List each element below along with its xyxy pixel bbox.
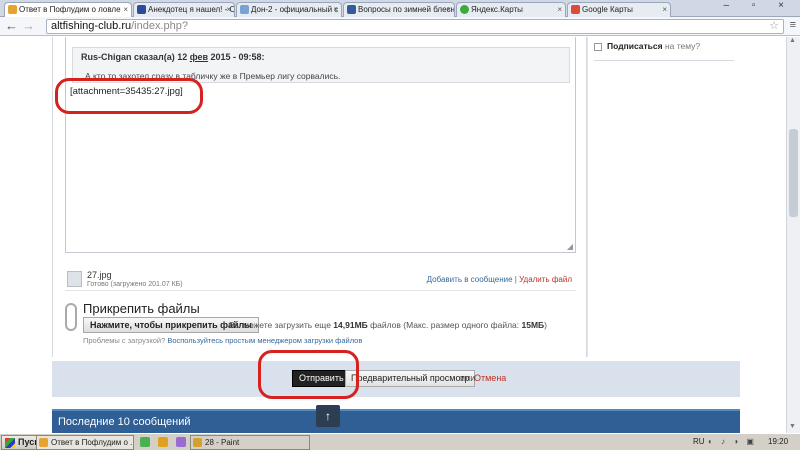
tab-close-icon[interactable]: × xyxy=(446,3,451,16)
windows-flag-icon xyxy=(5,438,15,448)
tab-close-icon[interactable]: × xyxy=(333,3,338,16)
chrome-menu-icon[interactable]: ≡ xyxy=(790,19,796,31)
url-host: altfishing-club.ru xyxy=(51,20,132,32)
site-favicon-icon xyxy=(8,5,17,14)
chrome-icon xyxy=(39,438,48,447)
tab-title: Дон-2 - официальный с xyxy=(251,5,339,14)
annotation-circle-submit xyxy=(258,350,359,399)
browser-toolbar: ← → altfishing-club.ru/index.php? ☆ ≡ xyxy=(0,17,800,36)
tab-title: Яндекс.Карты xyxy=(471,5,523,14)
uploaded-file-row: 27.jpg Готово (загружено 201.07 КБ) Доба… xyxy=(65,269,576,291)
divider xyxy=(594,60,734,61)
google-maps-favicon-icon xyxy=(571,5,580,14)
taskbar-chrome-window[interactable]: Ответ в Пофлудим о ... xyxy=(36,435,134,450)
right-options-column: Подписаться на тему? xyxy=(587,37,740,357)
attach-files-heading: Прикрепить файлы xyxy=(83,301,200,316)
tab-title: Анекдотец я нашел! - Стр xyxy=(148,5,235,14)
scroll-thumb[interactable] xyxy=(789,129,798,217)
file-thumbnail-icon xyxy=(67,271,82,287)
tab-google-maps[interactable]: Google Карты × xyxy=(567,2,671,17)
quote-header: Rus-Chigan сказал(а) 12 фев 2015 - 09:58… xyxy=(81,52,265,62)
system-tray-icons[interactable]: ◐ ♪ ◑ ▣ xyxy=(708,437,757,446)
taskbar-clock[interactable]: 19:20 xyxy=(768,437,788,446)
file-actions: Добавить в сообщение | Удалить файл xyxy=(426,275,572,284)
tab-title: Вопросы по зимней блесне xyxy=(358,5,455,14)
forum-favicon-icon xyxy=(347,5,356,14)
address-bar[interactable]: altfishing-club.ru/index.php? ☆ xyxy=(46,19,784,34)
paint-icon xyxy=(193,438,202,447)
tab-close-icon[interactable]: × xyxy=(557,3,562,16)
taskbar-paint-window[interactable]: 28 - Paint xyxy=(190,435,310,450)
file-status: Готово (загружено 201.07 КБ) xyxy=(87,281,183,288)
page-scrollbar[interactable]: ▲ ▼ xyxy=(786,37,800,433)
language-indicator[interactable]: RU xyxy=(693,437,705,446)
tab-winter-lure[interactable]: Вопросы по зимней блесне × xyxy=(343,2,455,17)
url-path: /index.php? xyxy=(131,20,188,32)
forward-arrow-icon[interactable]: → xyxy=(22,18,35,33)
add-to-post-link[interactable]: Добавить в сообщение xyxy=(427,275,513,284)
scroll-down-icon[interactable]: ▼ xyxy=(789,423,796,430)
tab-close-icon[interactable]: × xyxy=(662,3,667,16)
recent-posts-bar[interactable]: Последние 10 сообщений xyxy=(52,409,740,433)
file-name: 27.jpg xyxy=(87,270,112,280)
simple-uploader-link[interactable]: Воспользуйтесь простым менеджером загруз… xyxy=(167,336,362,345)
cancel-link[interactable]: Отмена xyxy=(474,373,506,383)
preview-button[interactable]: Предварительный просмотр xyxy=(345,370,476,387)
don2-favicon-icon xyxy=(240,5,249,14)
tab-close-icon[interactable]: × xyxy=(226,3,231,16)
form-actions-bar: Отправить Предварительный просмотр или О… xyxy=(52,361,740,397)
delete-file-link[interactable]: Удалить файл xyxy=(519,275,572,284)
subscribe-checkbox[interactable] xyxy=(594,42,602,51)
quicklaunch-app-icon[interactable] xyxy=(140,437,150,447)
tab-title: Google Карты xyxy=(582,5,633,14)
tab-don2[interactable]: Дон-2 - официальный с × xyxy=(236,2,342,17)
paperclip-icon xyxy=(65,303,77,331)
tab-title: Ответ в Пофлудим о ловле xyxy=(19,5,121,14)
resize-handle-icon[interactable]: ◢ xyxy=(567,242,573,251)
tab-reply-poflud[interactable]: Ответ в Пофлудим о ловле × xyxy=(4,2,132,18)
quicklaunch-folder-icon[interactable] xyxy=(158,437,168,447)
browser-tab-strip: Ответ в Пофлудим о ловле × Анекдотец я н… xyxy=(0,0,800,18)
tab-yandex-maps[interactable]: Яндекс.Карты × xyxy=(456,2,566,17)
windows-taskbar: Пуск Ответ в Пофлудим о ... 28 - Paint R… xyxy=(0,433,800,450)
bookmark-star-icon[interactable]: ☆ xyxy=(769,20,779,33)
quicklaunch-media-icon[interactable] xyxy=(176,437,186,447)
rf-favicon-icon xyxy=(137,5,146,14)
left-margin xyxy=(0,37,52,433)
recent-posts-title: Последние 10 сообщений xyxy=(58,416,191,428)
yandex-maps-favicon-icon xyxy=(460,5,469,14)
window-controls[interactable]: – ▫ × xyxy=(723,0,794,11)
tab-close-icon[interactable]: × xyxy=(123,3,128,16)
scroll-up-icon[interactable]: ▲ xyxy=(789,37,796,44)
subscribe-option[interactable]: Подписаться на тему? xyxy=(594,41,700,51)
upload-limits: Вы можете загрузить еще 14,91МБ файлов (… xyxy=(229,320,547,330)
scroll-to-top-button[interactable]: ↑ xyxy=(316,405,340,427)
tab-anekdot[interactable]: Анекдотец я нашел! - Стр × xyxy=(133,2,235,17)
annotation-circle-attachment xyxy=(55,78,203,114)
back-arrow-icon[interactable]: ← xyxy=(5,18,18,33)
upload-help: Проблемы с загрузкой? Воспользуйтесь про… xyxy=(83,336,363,345)
post-editor[interactable]: Rus-Chigan сказал(а) 12 фев 2015 - 09:58… xyxy=(65,37,576,253)
